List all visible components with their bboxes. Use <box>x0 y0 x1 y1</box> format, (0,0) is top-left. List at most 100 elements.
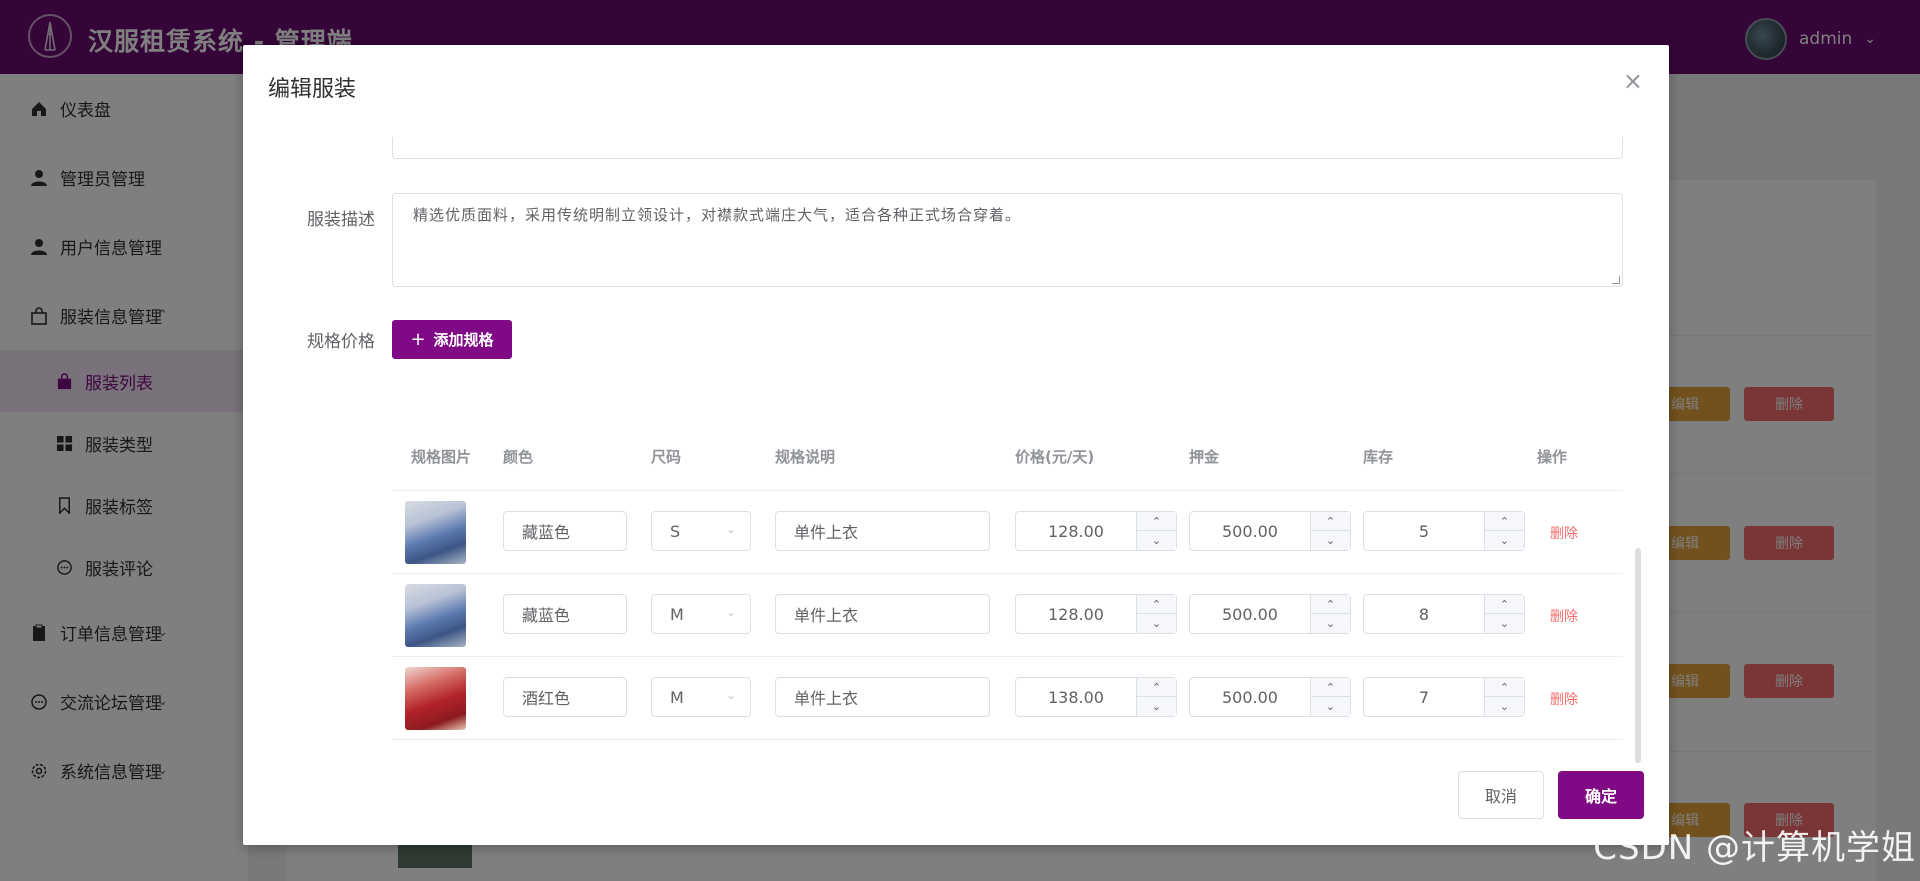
stepper-controls: ⌃ ⌄ <box>1310 512 1350 550</box>
scrollbar[interactable] <box>1635 548 1641 763</box>
decrement-icon[interactable]: ⌄ <box>1137 531 1176 550</box>
decrement-icon[interactable]: ⌄ <box>1311 614 1350 633</box>
delete-spec-link[interactable]: 删除 <box>1550 523 1578 543</box>
deposit-value: 500.00 <box>1222 521 1278 541</box>
decrement-icon[interactable]: ⌄ <box>1311 531 1350 550</box>
decrement-icon[interactable]: ⌄ <box>1485 531 1524 550</box>
price-value: 128.00 <box>1048 521 1104 541</box>
color-value: 藏蓝色 <box>522 606 571 625</box>
decrement-icon[interactable]: ⌄ <box>1137 697 1176 716</box>
increment-icon[interactable]: ⌃ <box>1485 512 1524 531</box>
resize-handle[interactable] <box>1612 276 1620 284</box>
plus-icon: + <box>410 329 426 350</box>
stock-stepper[interactable]: 7 ⌃ ⌄ <box>1363 677 1525 717</box>
price-stepper[interactable]: 128.00 ⌃ ⌄ <box>1015 511 1177 551</box>
color-input[interactable]: 藏蓝色 <box>503 511 627 551</box>
stepper-controls: ⌃ ⌄ <box>1136 595 1176 633</box>
price-value: 138.00 <box>1048 687 1104 707</box>
add-spec-button[interactable]: + 添加规格 <box>392 320 512 359</box>
decrement-icon[interactable]: ⌄ <box>1311 697 1350 716</box>
close-icon[interactable]: × <box>1623 67 1643 95</box>
deposit-value: 500.00 <box>1222 604 1278 624</box>
note-value: 单件上衣 <box>794 689 859 708</box>
decrement-icon[interactable]: ⌄ <box>1485 614 1524 633</box>
size-value: M <box>670 687 684 707</box>
desc-label: 服装描述 <box>307 210 375 230</box>
stock-value: 5 <box>1418 521 1430 541</box>
column-header: 价格(元/天) <box>1015 448 1095 466</box>
description-textarea[interactable]: 精选优质面料，采用传统明制立领设计，对襟款式端庄大气，适合各种正式场合穿着。 <box>392 193 1623 287</box>
note-input[interactable]: 单件上衣 <box>775 677 990 717</box>
decrement-icon[interactable]: ⌄ <box>1137 614 1176 633</box>
color-value: 酒红色 <box>522 689 571 708</box>
stock-stepper[interactable]: 8 ⌃ ⌄ <box>1363 594 1525 634</box>
dialog-title: 编辑服装 <box>268 77 357 102</box>
increment-icon[interactable]: ⌃ <box>1137 678 1176 697</box>
table-row: 酒红色 M ⌄ 单件上衣 138.00 ⌃ ⌄ 500.00 ⌃ ⌄ 7 ⌃ ⌄ 删除 <box>392 657 1623 740</box>
chevron-down-icon: ⌄ <box>725 522 736 536</box>
increment-icon[interactable]: ⌃ <box>1485 678 1524 697</box>
price-stepper[interactable]: 138.00 ⌃ ⌄ <box>1015 677 1177 717</box>
stock-stepper[interactable]: 5 ⌃ ⌄ <box>1363 511 1525 551</box>
price-stepper[interactable]: 128.00 ⌃ ⌄ <box>1015 594 1177 634</box>
increment-icon[interactable]: ⌃ <box>1137 595 1176 614</box>
spec-label: 规格价格 <box>307 332 375 352</box>
increment-icon[interactable]: ⌃ <box>1485 595 1524 614</box>
price-value: 128.00 <box>1048 604 1104 624</box>
spec-table: 规格图片 颜色 尺码 规格说明 价格(元/天) 押金 库存 操作 藏蓝色 S ⌄ … <box>392 405 1623 740</box>
stock-value: 7 <box>1418 687 1430 707</box>
add-spec-label: 添加规格 <box>433 331 494 349</box>
size-select[interactable]: M ⌄ <box>651 594 751 634</box>
stepper-controls: ⌃ ⌄ <box>1136 678 1176 716</box>
size-select[interactable]: S ⌄ <box>651 511 751 551</box>
column-header: 押金 <box>1189 448 1220 466</box>
column-header: 尺码 <box>651 448 682 466</box>
description-text: 精选优质面料，采用传统明制立领设计，对襟款式端庄大气，适合各种正式场合穿着。 <box>413 206 1022 224</box>
table-row: 藏蓝色 M ⌄ 单件上衣 128.00 ⌃ ⌄ 500.00 ⌃ ⌄ 8 ⌃ ⌄ 删除 <box>392 574 1623 657</box>
watermark: CSDN @计算机学姐 <box>1593 828 1916 868</box>
color-value: 藏蓝色 <box>522 523 571 542</box>
table-row: 藏蓝色 S ⌄ 单件上衣 128.00 ⌃ ⌄ 500.00 ⌃ ⌄ 5 ⌃ ⌄ 删除 <box>392 491 1623 574</box>
spec-image[interactable] <box>405 501 466 564</box>
stepper-controls: ⌃ ⌄ <box>1484 595 1524 633</box>
increment-icon[interactable]: ⌃ <box>1311 512 1350 531</box>
column-header: 库存 <box>1363 448 1394 466</box>
chevron-down-icon: ⌄ <box>725 688 736 702</box>
delete-spec-link[interactable]: 删除 <box>1550 689 1578 709</box>
deposit-stepper[interactable]: 500.00 ⌃ ⌄ <box>1189 511 1351 551</box>
delete-spec-link[interactable]: 删除 <box>1550 606 1578 626</box>
spec-image[interactable] <box>405 667 466 730</box>
increment-icon[interactable]: ⌃ <box>1311 678 1350 697</box>
note-input[interactable]: 单件上衣 <box>775 511 990 551</box>
deposit-stepper[interactable]: 500.00 ⌃ ⌄ <box>1189 594 1351 634</box>
stepper-controls: ⌃ ⌄ <box>1484 512 1524 550</box>
column-header: 规格图片 <box>411 448 472 466</box>
size-value: S <box>670 521 681 541</box>
decrement-icon[interactable]: ⌄ <box>1485 697 1524 716</box>
color-input[interactable]: 藏蓝色 <box>503 594 627 634</box>
size-value: M <box>670 604 684 624</box>
note-input[interactable]: 单件上衣 <box>775 594 990 634</box>
edit-clothing-dialog: 编辑服装 × 服装描述 精选优质面料，采用传统明制立领设计，对襟款式端庄大气，适… <box>243 45 1669 845</box>
table-header: 规格图片 颜色 尺码 规格说明 价格(元/天) 押金 库存 操作 <box>392 405 1623 491</box>
deposit-stepper[interactable]: 500.00 ⌃ ⌄ <box>1189 677 1351 717</box>
increment-icon[interactable]: ⌃ <box>1311 595 1350 614</box>
size-select[interactable]: M ⌄ <box>651 677 751 717</box>
stepper-controls: ⌃ ⌄ <box>1136 512 1176 550</box>
previous-field[interactable] <box>392 137 1623 159</box>
confirm-button[interactable]: 确定 <box>1558 771 1644 819</box>
column-header: 颜色 <box>503 448 534 466</box>
column-header: 规格说明 <box>775 448 836 466</box>
stepper-controls: ⌃ ⌄ <box>1310 595 1350 633</box>
cancel-button[interactable]: 取消 <box>1458 771 1544 819</box>
spec-image[interactable] <box>405 584 466 647</box>
column-header: 操作 <box>1537 448 1568 466</box>
note-value: 单件上衣 <box>794 523 859 542</box>
deposit-value: 500.00 <box>1222 687 1278 707</box>
increment-icon[interactable]: ⌃ <box>1137 512 1176 531</box>
note-value: 单件上衣 <box>794 606 859 625</box>
stepper-controls: ⌃ ⌄ <box>1310 678 1350 716</box>
color-input[interactable]: 酒红色 <box>503 677 627 717</box>
stock-value: 8 <box>1418 604 1430 624</box>
chevron-down-icon: ⌄ <box>725 605 736 619</box>
